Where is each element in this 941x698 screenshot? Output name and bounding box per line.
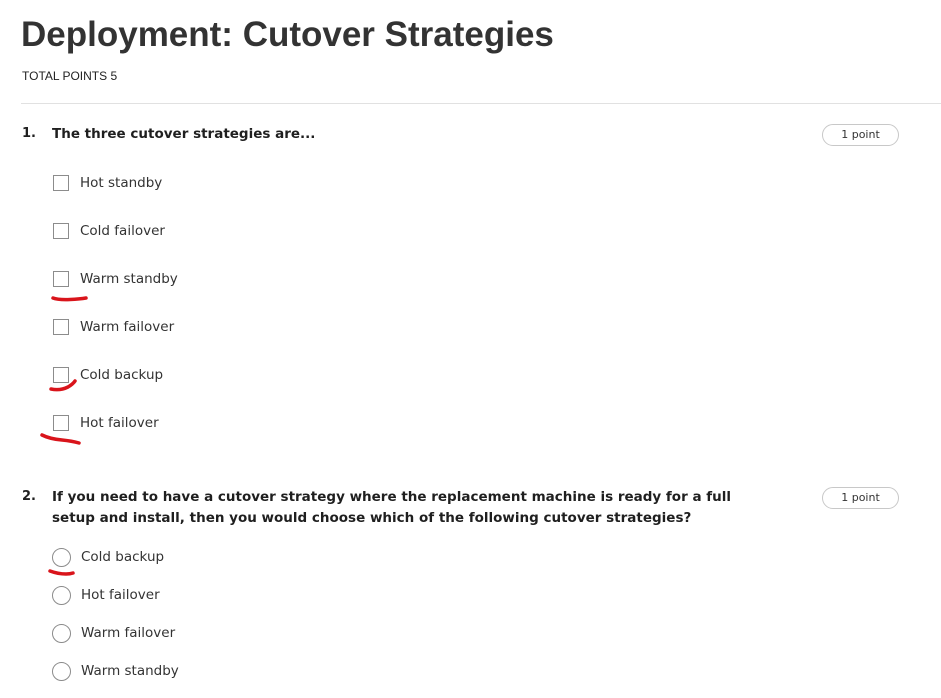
total-points: TOTAL POINTS 5 [22, 69, 118, 83]
q1-checkbox-cold-failover[interactable] [53, 223, 69, 239]
annotation-underline-q2-cold-backup [48, 569, 75, 576]
q1-option-label: Warm failover [80, 319, 175, 335]
question-1-text: The three cutover strategies are... [52, 126, 316, 142]
q1-checkbox-cold-backup[interactable] [53, 367, 69, 383]
q2-radio-hot-failover[interactable] [52, 585, 71, 605]
q1-option-label: Hot standby [80, 175, 163, 191]
q2-radio-warm-failover[interactable] [52, 623, 71, 643]
question-1-points-badge: 1 point [822, 124, 899, 146]
q1-option-warm-failover[interactable]: Warm failover [52, 317, 174, 337]
q1-option-cold-failover[interactable]: Cold failover [52, 221, 165, 241]
annotation-underline-hot-failover [40, 433, 81, 445]
header-divider [21, 103, 941, 104]
q2-option-hot-failover[interactable]: Hot failover [52, 585, 160, 605]
q1-option-hot-standby[interactable]: Hot standby [52, 173, 162, 193]
q2-option-label: Cold backup [81, 549, 165, 565]
q2-option-cold-backup[interactable]: Cold backup [52, 547, 164, 567]
q2-option-warm-standby[interactable]: Warm standby [52, 661, 179, 681]
question-2-points-badge: 1 point [822, 487, 899, 509]
q1-option-label: Cold backup [80, 367, 164, 383]
q2-radio-cold-backup[interactable] [52, 547, 71, 567]
q1-option-cold-backup[interactable]: Cold backup [52, 365, 163, 385]
question-2-text: If you need to have a cutover strategy w… [52, 489, 731, 526]
q2-option-warm-failover[interactable]: Warm failover [52, 623, 175, 643]
q1-option-label: Hot failover [80, 415, 159, 431]
q1-checkbox-hot-failover[interactable] [53, 415, 69, 431]
q1-checkbox-warm-failover[interactable] [53, 319, 69, 335]
annotation-underline-warm-standby [51, 296, 88, 302]
q1-option-hot-failover[interactable]: Hot failover [52, 413, 159, 433]
q1-option-label: Cold failover [80, 223, 165, 239]
q1-option-warm-standby[interactable]: Warm standby [52, 269, 178, 289]
q1-checkbox-warm-standby[interactable] [53, 271, 69, 287]
q1-option-label: Warm standby [80, 271, 178, 287]
q1-checkbox-hot-standby[interactable] [53, 175, 69, 191]
q2-option-label: Warm standby [81, 663, 179, 679]
q2-radio-warm-standby[interactable] [52, 661, 71, 681]
question-2-number: 2. [22, 489, 36, 504]
question-1-number: 1. [22, 126, 36, 141]
q2-option-label: Hot failover [81, 587, 160, 603]
q2-option-label: Warm failover [81, 625, 176, 641]
page-title: Deployment: Cutover Strategies [21, 15, 554, 54]
